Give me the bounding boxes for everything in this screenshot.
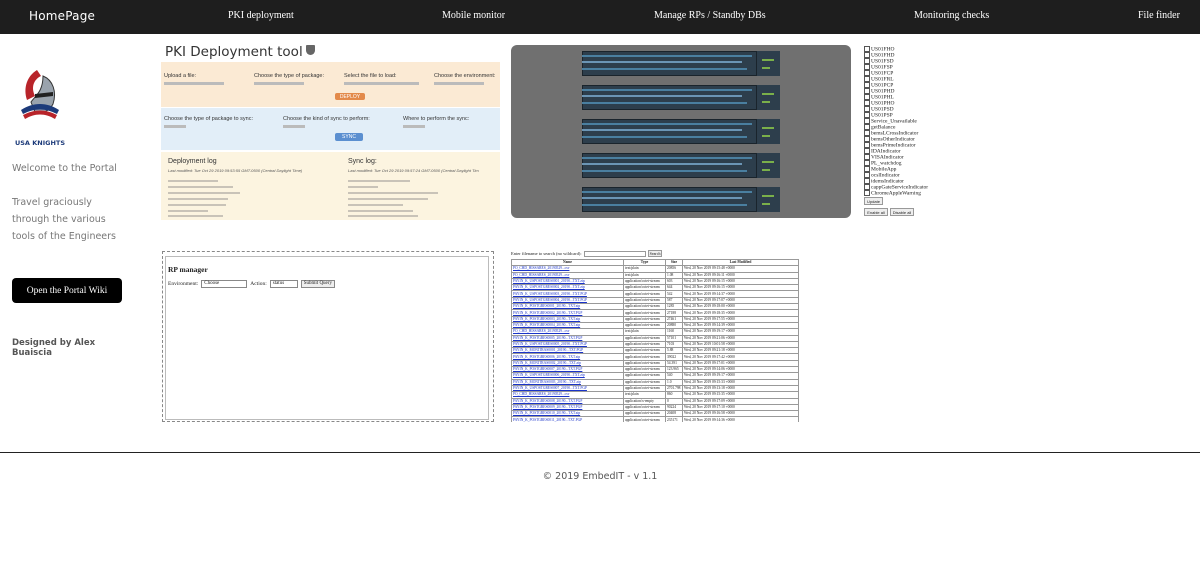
file-type: application/octet-stream xyxy=(623,403,666,412)
sidebar: USA KNIGHTS Welcome to the Portal Travel… xyxy=(0,34,135,450)
file-type: application/octet-stream xyxy=(623,284,666,292)
sync-section: Choose the type of package to sync: Choo… xyxy=(161,108,500,150)
upload-label: Upload a file: xyxy=(164,73,197,79)
file-type: application/octet-stream xyxy=(623,353,666,361)
sync-kind-label: Choose the kind of sync to perform: xyxy=(283,116,370,122)
sync-package-select[interactable] xyxy=(164,125,186,128)
nav-file-finder[interactable]: File finder xyxy=(1138,10,1180,21)
enable-all-button[interactable]: Enable all xyxy=(864,208,888,216)
file-type: application/octet-stream xyxy=(623,359,666,368)
file-type: application/octet-stream xyxy=(623,296,666,305)
file-type: application/octet-stream xyxy=(623,290,666,298)
environment-select[interactable]: Choose xyxy=(201,280,248,288)
footer-divider xyxy=(0,452,1200,453)
monitoring-checks-preview[interactable]: US01FHO US01FHD US01FSD US01FSP US01FCP US01F… xyxy=(864,46,944,216)
file-type: application/octet-stream xyxy=(623,334,666,342)
file-type: application/octet-stream xyxy=(623,340,666,349)
monitor-row xyxy=(582,51,780,76)
usa-knights-logo: USA KNIGHTS xyxy=(15,70,65,147)
sync-button[interactable]: SYNC xyxy=(335,133,363,141)
file-size: 235171 xyxy=(665,416,683,422)
file-select[interactable] xyxy=(344,82,419,85)
rp-form: Environment: Choose Action: status Submi… xyxy=(168,280,335,288)
monitor-row xyxy=(582,85,780,110)
file-type: application/octet-stream xyxy=(623,303,666,311)
sync-where-select[interactable] xyxy=(403,125,425,128)
nav-pki-deployment[interactable]: PKI deployment xyxy=(228,10,294,21)
logo-text: USA KNIGHTS xyxy=(15,139,65,147)
environment-label: Environment: xyxy=(168,281,199,287)
nav-manage-rps[interactable]: Manage RPs / Standby DBs xyxy=(654,10,766,21)
search-bar: Enter filename to search (no wildcard): … xyxy=(511,250,663,257)
filename-search-input[interactable] xyxy=(583,250,646,257)
select-file-label: Select the file to load: xyxy=(344,73,397,79)
footer-copyright: © 2019 EmbedIT - v 1.1 xyxy=(542,471,658,482)
action-select[interactable]: status xyxy=(269,280,298,288)
file-type: application/octet-stream xyxy=(623,277,666,286)
designer-credit: Designed by Alex Buaiscia xyxy=(12,338,96,358)
rp-manager-preview[interactable]: RP manager Environment: Choose Action: s… xyxy=(162,251,494,422)
monitor-row xyxy=(582,187,780,212)
open-wiki-button[interactable]: Open the Portal Wiki xyxy=(12,278,122,303)
checkbox[interactable] xyxy=(864,190,870,196)
sync-package-label: Choose the type of package to sync: xyxy=(164,116,253,122)
sync-log-title: Sync log: xyxy=(348,158,377,165)
file-type: application/octet-stream xyxy=(623,372,666,380)
file-type: application/octet-stream xyxy=(623,309,666,317)
file-type: application/octet-stream xyxy=(623,321,666,330)
check-label: ChromeAppleWarning xyxy=(871,190,921,197)
disable-all-button[interactable]: Disable all xyxy=(890,208,914,216)
package-label: Choose the type of package: xyxy=(254,73,325,79)
deploy-button[interactable]: DEPLOY xyxy=(335,93,365,100)
search-label: Enter filename to search (no wildcard): xyxy=(511,251,582,256)
monitor-row xyxy=(582,119,780,144)
file-name-link[interactable]: PAYIN_K_POSTGRES0011_20190...TXT.PGP xyxy=(511,416,624,422)
pki-deployment-preview[interactable]: PKI Deployment tool Upload a file: Choos… xyxy=(161,42,500,220)
search-button[interactable]: Search xyxy=(647,250,663,257)
file-type: application/octet-stream xyxy=(623,347,666,355)
shield-icon xyxy=(306,45,315,55)
file-type: application/octet-stream xyxy=(623,378,666,386)
sync-log-modified: Last modified: Tue Oct 29 2019 09:57:24 … xyxy=(348,168,479,173)
action-label: Action: xyxy=(250,281,267,287)
upload-input[interactable] xyxy=(164,82,224,85)
nav-monitoring-checks[interactable]: Monitoring checks xyxy=(914,10,989,21)
pki-title: PKI Deployment tool xyxy=(165,44,303,60)
sync-kind-select[interactable] xyxy=(283,125,305,128)
check-item[interactable]: ChromeAppleWarning xyxy=(864,190,921,196)
rp-title: RP manager xyxy=(168,265,208,274)
file-type: application/octet-stream xyxy=(623,410,666,418)
sync-where-label: Where to perform the sync: xyxy=(403,116,470,122)
file-type: application/octet-stream xyxy=(623,315,666,323)
table-row: PAYIN_K_POSTGRES0011_20190...TXT.PGP appl… xyxy=(511,416,799,422)
tagline-line-1: Travel graciously xyxy=(12,197,92,208)
deployment-log-title: Deployment log xyxy=(168,158,217,165)
tagline-line-2: through the various xyxy=(12,214,106,225)
nav-mobile-monitor[interactable]: Mobile monitor xyxy=(442,10,505,21)
environment-select[interactable] xyxy=(434,82,484,85)
file-table: Name Type Size Last Modified PO_CHD_HISS… xyxy=(511,258,799,422)
package-select[interactable] xyxy=(254,82,304,85)
environment-label: Choose the environment: xyxy=(434,73,496,79)
tagline-line-3: tools of the Engineers xyxy=(12,231,117,242)
monitor-row xyxy=(582,153,780,178)
file-type: application/octet-stream xyxy=(623,416,666,422)
submit-query-button[interactable]: Submit Query xyxy=(300,280,335,288)
top-navbar: HomePage PKI deployment Mobile monitor M… xyxy=(0,0,1200,34)
file-finder-preview[interactable]: Enter filename to search (no wildcard): … xyxy=(511,249,799,422)
file-type: application/octet-stream xyxy=(623,366,666,374)
deployment-log-modified: Last modified: Tue Oct 29 2019 09:53:55 … xyxy=(168,168,303,173)
mobile-monitor-preview[interactable] xyxy=(511,45,851,218)
welcome-text: Welcome to the Portal xyxy=(12,163,117,174)
logs-section: Deployment log Last modified: Tue Oct 29… xyxy=(161,152,500,220)
file-type: application/octet-stream xyxy=(623,384,666,393)
update-button[interactable]: Update xyxy=(864,197,883,205)
homepage-link[interactable]: HomePage xyxy=(29,9,95,23)
file-modified: Wed, 20 Nov 2019 09:14:36 +0000 xyxy=(682,416,799,422)
deploy-section: Upload a file: Choose the type of packag… xyxy=(161,62,500,107)
file-size: 2701.798 xyxy=(665,384,683,393)
